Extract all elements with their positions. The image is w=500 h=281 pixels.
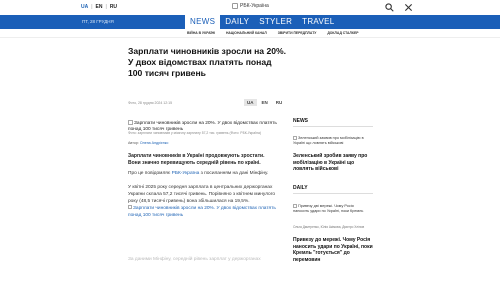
article-paragraph: Про це повідомляє РБК-Україна з посиланн… xyxy=(128,170,278,177)
broken-image-icon xyxy=(128,205,132,209)
sub-nav-items: ВІЙНА В УКРАЇНІ НАЦІОНАЛЬНИЙ КАНАЛ ЗВІРИ… xyxy=(187,31,359,35)
author-label: Автор: xyxy=(128,141,139,145)
related-link-text: Зарплати чиновників зросли на 20%. У дво… xyxy=(128,206,276,218)
top-bar: UA | EN | RU РБК-Україна xyxy=(0,0,500,15)
section-tabs: NEWS DAILY STYLER TRAVEL xyxy=(185,15,339,29)
author-link[interactable]: Олена Андрієнко xyxy=(140,141,169,145)
article-lead: Зарплати чиновників в Україні продовжуют… xyxy=(128,153,265,166)
article-author: Автор: Олена Андрієнко xyxy=(128,141,168,145)
article-paragraph: У квітні 2025 року середня зарплата в це… xyxy=(128,184,278,219)
related-image-link[interactable]: Зарплати чиновників зросли на 20%. У дво… xyxy=(128,205,276,218)
sub-nav: ВІЙНА В УКРАЇНІ НАЦІОНАЛЬНИЙ КАНАЛ ЗВІРИ… xyxy=(0,29,500,38)
image-alt-text: Привезу дві мережі. Чому Росія наносить … xyxy=(293,204,364,213)
paragraph-text: з посиланням на дані Мінфіну. xyxy=(199,171,269,176)
paragraph-text: У квітні 2025 року середня зарплата в це… xyxy=(128,185,276,204)
article-title: Зарплати чиновників зросли на 20%. У дво… xyxy=(128,46,287,78)
subnav-item[interactable]: ДОКЛАД СТАЛКЕР xyxy=(327,31,358,35)
lang-en[interactable]: EN xyxy=(96,4,103,10)
article-lang-ru[interactable]: RU xyxy=(273,99,286,106)
close-icon[interactable] xyxy=(404,3,413,12)
tab-news[interactable]: NEWS xyxy=(185,15,221,29)
broken-image-icon xyxy=(293,204,297,208)
sidebar-news-headline[interactable]: Зеленський зробив заяву про мобілізацію … xyxy=(293,153,373,173)
subnav-item[interactable]: ВІЙНА В УКРАЇНІ xyxy=(187,31,215,35)
divider xyxy=(293,126,373,127)
broken-image-icon xyxy=(128,120,133,125)
lang-separator: | xyxy=(105,4,107,10)
article-language-switcher: UA EN RU xyxy=(244,99,285,106)
main-nav: ПТ, 28 ГРУДНЯ NEWS DAILY STYLER TRAVEL xyxy=(0,15,500,29)
image-alt-text: Зеленський заявив про мобілізацію в Укра… xyxy=(293,136,364,145)
article-meta: Фото, 28 грудня 2024 12:15 xyxy=(128,101,173,105)
divider xyxy=(293,193,373,194)
sidebar-daily-image[interactable]: Привезу дві мережі. Чому Росія наносить … xyxy=(293,204,369,214)
tab-styler[interactable]: STYLER xyxy=(254,15,297,29)
tab-travel[interactable]: TRAVEL xyxy=(297,15,339,29)
article-lang-en[interactable]: EN xyxy=(259,99,271,106)
search-icon[interactable] xyxy=(385,3,394,12)
broken-image-icon xyxy=(232,3,238,9)
broken-image-icon xyxy=(293,136,297,140)
subnav-item[interactable]: ЗВІРИТИ ПЕРЕДПЛАТУ xyxy=(278,31,317,35)
current-date: ПТ, 28 ГРУДНЯ xyxy=(82,19,114,24)
image-caption: Фото: зарплати чиновників у місячну зарп… xyxy=(128,131,261,135)
subnav-item[interactable]: НАЦІОНАЛЬНИЙ КАНАЛ xyxy=(226,31,267,35)
sidebar-news-image[interactable]: Зеленський заявив про мобілізацію в Укра… xyxy=(293,136,369,146)
lang-ua[interactable]: UA xyxy=(81,4,88,10)
article-lang-ua[interactable]: UA xyxy=(244,99,257,106)
lang-ru[interactable]: RU xyxy=(110,4,117,10)
site-logo[interactable]: РБК-Україна xyxy=(232,3,269,9)
sidebar-daily-authors: Ольга Дмитренко, Юлія Акімова, Дмитро Хл… xyxy=(293,225,365,229)
lang-separator: | xyxy=(91,4,93,10)
logo-text: РБК-Україна xyxy=(240,3,269,9)
tab-daily[interactable]: DAILY xyxy=(220,15,254,29)
sidebar-news-title[interactable]: NEWS xyxy=(293,118,308,124)
sidebar-daily-title[interactable]: DAILY xyxy=(293,185,308,191)
source-link[interactable]: РБК-Україна xyxy=(172,171,200,176)
article-paragraph-faded: За даними Мінфіну, середній рівень зарпл… xyxy=(128,257,261,262)
sidebar-daily-headline[interactable]: Привезу до мережі. Чому Росія наносить у… xyxy=(293,237,373,263)
paragraph-text: Про це повідомляє xyxy=(128,171,172,176)
language-switcher: UA | EN | RU xyxy=(81,4,117,10)
